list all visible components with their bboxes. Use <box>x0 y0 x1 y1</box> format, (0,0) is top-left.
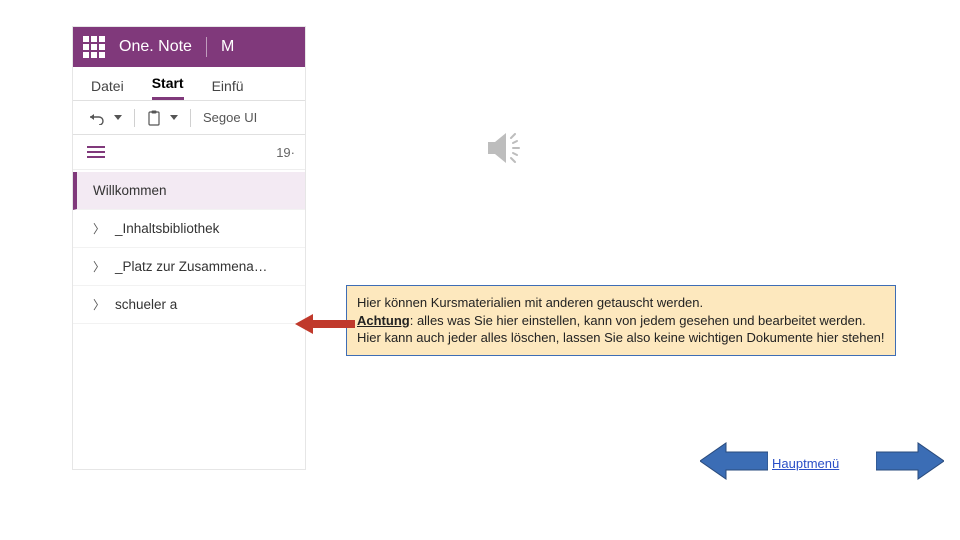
notebook-letter: M <box>221 38 234 56</box>
chevron-right-icon: 〉 <box>93 258 105 275</box>
tab-datei[interactable]: Datei <box>91 78 124 100</box>
next-arrow-button[interactable] <box>876 440 944 482</box>
section-inhaltsbibliothek[interactable]: 〉 _Inhaltsbibliothek <box>73 210 305 248</box>
title-separator <box>206 37 207 57</box>
callout-achtung-label: Achtung <box>357 313 410 328</box>
section-tab-icon <box>72 178 75 204</box>
info-callout: Hier können Kursmaterialien mit anderen … <box>346 285 896 356</box>
callout-body: : alles was Sie hier einstellen, kann vo… <box>357 313 885 346</box>
section-schueler-a[interactable]: 〉 schueler a <box>73 286 305 324</box>
onenote-screenshot: One. Note M Datei Start Einfü Segoe UI 1… <box>72 26 306 470</box>
section-label: schueler a <box>115 297 177 312</box>
page-date: 19· <box>276 145 295 160</box>
clipboard-icon[interactable] <box>147 110 161 126</box>
notebook-header: 19· <box>73 135 305 170</box>
toolbar-separator <box>134 109 135 127</box>
app-title: One. Note <box>119 38 192 56</box>
callout-line1: Hier können Kursmaterialien mit anderen … <box>357 295 703 310</box>
ribbon-toolbar: Segoe UI <box>73 101 305 135</box>
chevron-right-icon: 〉 <box>93 220 105 237</box>
font-selector[interactable]: Segoe UI <box>203 110 257 125</box>
tab-start[interactable]: Start <box>152 75 184 100</box>
section-label: _Inhaltsbibliothek <box>115 221 219 236</box>
title-bar: One. Note M <box>73 27 305 67</box>
section-platz-zusammenarbeit[interactable]: 〉 _Platz zur Zusammena… <box>73 248 305 286</box>
tab-einfuegen[interactable]: Einfü <box>212 78 244 100</box>
clipboard-dropdown-icon[interactable] <box>170 115 178 120</box>
main-menu-link[interactable]: Hauptmenü <box>772 456 839 471</box>
hamburger-icon[interactable] <box>87 146 105 158</box>
undo-dropdown-icon[interactable] <box>114 115 122 120</box>
section-willkommen[interactable]: Willkommen <box>73 172 305 210</box>
undo-icon[interactable] <box>89 111 105 125</box>
toolbar-separator-2 <box>190 109 191 127</box>
ribbon-tabs: Datei Start Einfü <box>73 67 305 101</box>
app-launcher-icon[interactable] <box>83 36 105 58</box>
section-label: Willkommen <box>93 183 167 198</box>
speaker-icon <box>484 128 528 168</box>
section-label: _Platz zur Zusammena… <box>115 259 267 274</box>
chevron-right-icon: 〉 <box>93 296 105 313</box>
arrow-red-icon <box>295 312 355 336</box>
prev-arrow-button[interactable] <box>700 440 768 482</box>
section-list: Willkommen 〉 _Inhaltsbibliothek 〉 _Platz… <box>73 170 305 324</box>
